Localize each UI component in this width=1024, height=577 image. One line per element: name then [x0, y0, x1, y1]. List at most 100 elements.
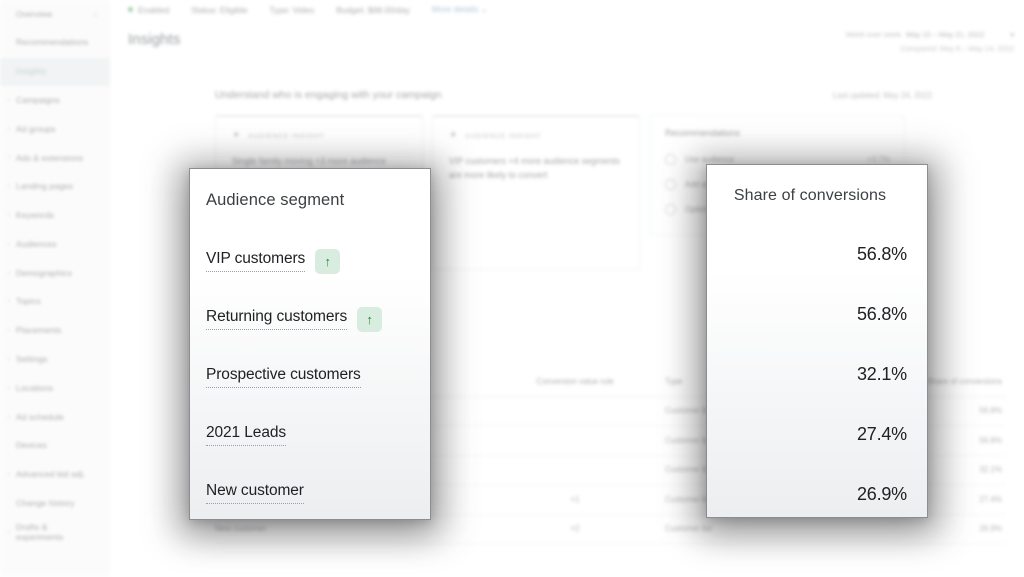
sidebar-item-ad-groups[interactable]: › Ad groups [0, 115, 110, 144]
recommendation-value: +3.7% [867, 155, 890, 164]
sidebar-item-overview[interactable]: Overview ⌂ [0, 0, 110, 29]
sidebar-item-campaigns[interactable]: › Campaigns [0, 86, 110, 115]
chevron-right-icon: › [7, 96, 11, 104]
sidebar-item-label: Drafts & experiments [16, 521, 64, 542]
magnified-segment-row[interactable]: 2021 Leads [190, 422, 430, 448]
cell-share-of-conversions: 26.9% [979, 524, 1002, 534]
magnified-share-value: 26.9% [856, 484, 907, 504]
sidebar-item-label: Ad schedule [16, 411, 64, 422]
sidebar-item-label: Demographics [16, 267, 73, 278]
sidebar-item-label: Settings [16, 354, 48, 365]
sidebar-item-drafts-experiments[interactable]: › Drafts & experiments [0, 518, 110, 547]
column-header-rule[interactable]: Conversion value rule [485, 377, 665, 386]
cell-conversion-value-rule: ×2 [570, 524, 580, 534]
sidebar-item-topics[interactable]: › Topics [0, 288, 110, 317]
chevron-right-icon: › [7, 240, 11, 248]
card-eyebrow: ✦ AUDIENCE INSIGHT [449, 130, 542, 141]
date-range-compared: Compared: May 8 – May 14, 2022 [900, 44, 1014, 54]
status-circle-icon [665, 154, 676, 165]
status-circle-icon [665, 179, 676, 190]
sidebar-item-settings[interactable]: › Settings [0, 346, 110, 375]
magnified-segment-name: VIP customers [206, 250, 305, 272]
campaign-enabled-status: Enabled [128, 5, 169, 15]
campaign-budget-text: Budget: $68.00/day [336, 4, 410, 15]
magnified-share-value: 32.1% [856, 364, 907, 384]
sidebar-item-locations[interactable]: › Locations [0, 374, 110, 403]
sidebar-item-demographics[interactable]: › Demographics [0, 259, 110, 288]
arrow-up-icon: ↑ [357, 306, 383, 332]
magnified-segment-name: 2021 Leads [206, 424, 286, 446]
date-range-selector[interactable]: Week over week May 15 – May 21, 2022 ▾ Com… [846, 28, 1014, 57]
chevron-down-icon: ▾ [1010, 32, 1014, 39]
page-header: Insights Week over week May 15 – May 21, … [110, 19, 1024, 68]
chevron-right-icon: › [7, 327, 11, 335]
magnifier-left-title: Audience segment [206, 191, 345, 209]
sidebar-item-landing-pages[interactable]: › Landing pages [0, 173, 110, 202]
magnifier-share-of-conversions: Share of conversions 56.8% 56.8% 32.1% 27.4… [706, 164, 928, 518]
magnified-segment-row[interactable]: Prospective customers [190, 364, 430, 390]
audience-insight-card[interactable]: ✦ AUDIENCE INSIGHT VIP customers +4 more… [432, 115, 640, 270]
recommendations-title: Recommendations [665, 128, 741, 138]
last-updated-text: Last updated: May 24, 2022 [832, 91, 932, 100]
chevron-right-icon: › [7, 413, 11, 421]
sidebar-item-label: Keywords [16, 210, 55, 221]
magnified-segment-name: New customer [206, 482, 304, 504]
sparkle-icon: ✦ [232, 130, 242, 141]
magnified-segment-row[interactable]: New customer [190, 480, 430, 506]
magnifier-right-title: Share of conversions [733, 187, 887, 204]
magnified-share-value: 56.8% [856, 244, 907, 264]
chevron-down-icon: ⌄ [480, 4, 488, 14]
sidebar-item-label: Campaigns [16, 94, 60, 105]
chevron-right-icon: › [7, 528, 11, 536]
sidebar-item-label: Overview [16, 8, 53, 19]
sidebar-item-label: Insights [16, 66, 47, 77]
card-body: VIP customers +4 more audience segments … [449, 156, 620, 180]
magnifier-audience-segment: Audience segment VIP customers ↑ Returning… [189, 168, 431, 520]
recommendation-label: Use audience [685, 155, 734, 164]
home-icon: ⌂ [92, 9, 98, 20]
sidebar-item-placements[interactable]: › Placements [0, 317, 110, 346]
magnified-share-value: 27.4% [856, 424, 907, 444]
sidebar-item-label: Recommendations [16, 37, 89, 48]
magnified-segment-name: Prospective customers [206, 366, 361, 388]
enabled-dot-icon [128, 6, 133, 12]
cell-type: Customer list [665, 524, 712, 534]
chevron-right-icon: › [7, 183, 11, 191]
sidebar-item-ads-extensions[interactable]: › Ads & extensions [0, 144, 110, 173]
magnified-share-value: 56.8% [856, 304, 907, 324]
chevron-right-icon: › [7, 269, 11, 277]
magnified-segment-name: Returning customers [206, 308, 347, 330]
campaign-status-bar: Enabled Status: Eligible Type: Video Bud… [110, 0, 1024, 19]
magnified-segment-row[interactable]: VIP customers ↑ [190, 248, 430, 274]
sidebar-item-ad-schedule[interactable]: › Ad schedule [0, 403, 110, 432]
campaign-status-text: Status: Eligible [191, 4, 248, 15]
sidebar-item-label: Advanced bid adj. [16, 469, 86, 480]
sidebar-item-advanced-bid-adj[interactable]: › Advanced bid adj. [0, 461, 110, 490]
screenshot-root: Overview ⌂ Recommendations Insights › Campaig… [0, 0, 1024, 577]
sidebar-item-change-history[interactable]: Change history [0, 490, 110, 519]
sidebar-item-keywords[interactable]: › Keywords [0, 202, 110, 231]
sidebar-item-label: Locations [16, 382, 54, 393]
sidebar-item-label: Topics [16, 296, 41, 307]
sidebar-item-insights[interactable]: Insights [0, 57, 110, 87]
chevron-right-icon: › [7, 298, 11, 306]
more-details-button[interactable]: More details ⌄ [432, 4, 488, 15]
magnified-segment-row[interactable]: Returning customers ↑ [190, 306, 430, 332]
page-title: Insights [128, 31, 181, 48]
chevron-right-icon: › [7, 211, 11, 219]
chevron-right-icon: › [7, 125, 11, 133]
cell-conversion-value-rule: ×1 [570, 494, 580, 504]
sparkle-icon: ✦ [449, 130, 459, 141]
sidebar-item-devices[interactable]: Devices [0, 432, 110, 461]
chevron-right-icon: › [7, 471, 11, 479]
sidebar-item-audiences[interactable]: › Audiences [0, 230, 110, 259]
chevron-right-icon: › [7, 355, 11, 363]
date-range-label: Week over week [845, 30, 902, 39]
sidebar-item-recommendations[interactable]: Recommendations [0, 29, 110, 58]
sidebar-item-label: Landing pages [16, 181, 74, 192]
sidebar-item-label: Audiences [16, 238, 57, 249]
campaign-type-text: Type: Video [269, 4, 315, 15]
chevron-right-icon: › [7, 384, 11, 392]
chevron-right-icon: › [7, 154, 11, 162]
card-eyebrow: ✦ AUDIENCE INSIGHT [232, 130, 325, 141]
